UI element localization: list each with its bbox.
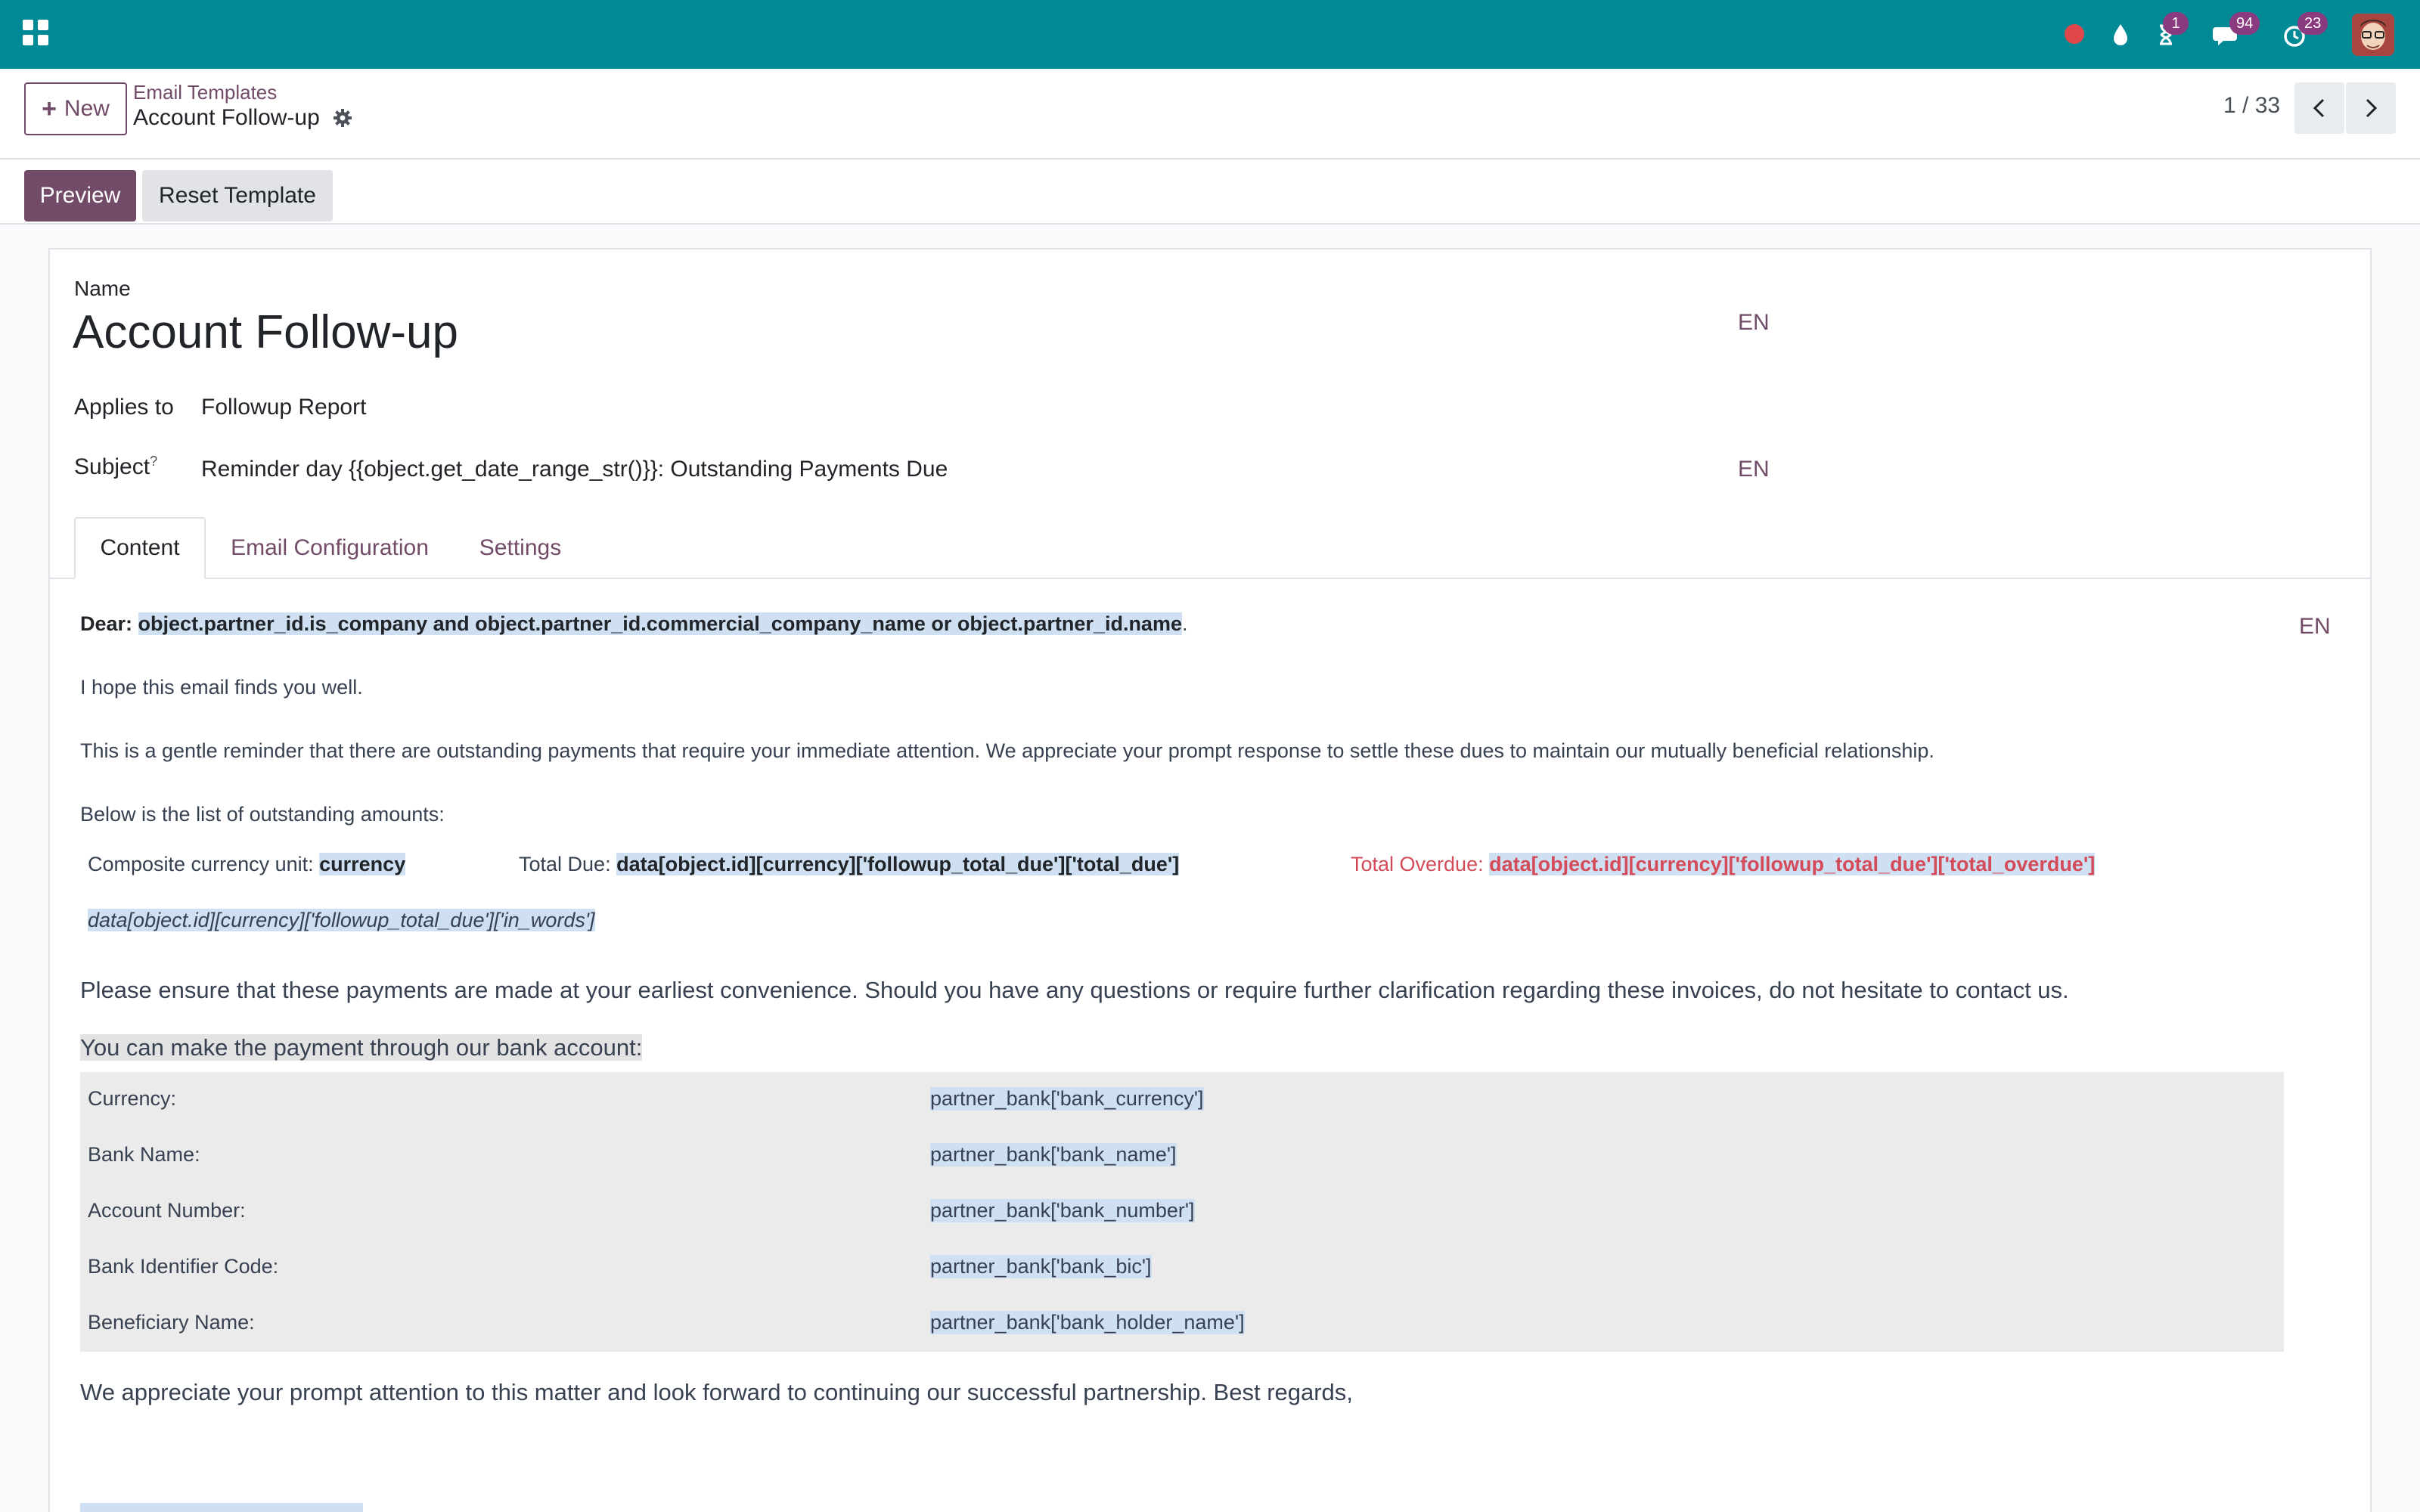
apps-grid-icon[interactable] — [23, 20, 48, 45]
bank-row-label: Beneficiary Name: — [88, 1311, 255, 1334]
currency-unit-label: Composite currency unit: — [88, 853, 314, 875]
total-due[interactable]: Total Due: data[object.id][currency]['fo… — [519, 853, 1180, 876]
name-field[interactable]: Account Follow-up — [73, 305, 458, 359]
pager-next-button[interactable] — [2346, 82, 2396, 134]
bank-row-value: partner_bank['bank_bic'] — [930, 1255, 1152, 1278]
greeting-suffix: . — [1181, 612, 1188, 635]
breadcrumb-parent-link[interactable]: Email Templates — [133, 81, 277, 104]
body-line-intro[interactable]: I hope this email finds you well. — [80, 676, 363, 699]
chevron-right-icon — [2366, 98, 2378, 118]
greeting-expression: object.partner_id.is_company and object.… — [138, 612, 1182, 635]
amount-in-words[interactable]: data[object.id][currency]['followup_tota… — [88, 909, 595, 932]
total-due-label: Total Due: — [519, 853, 611, 875]
bank-row-label: Bank Identifier Code: — [88, 1255, 279, 1278]
name-language-button[interactable]: EN — [1738, 310, 1770, 336]
body-greeting[interactable]: Dear: object.partner_id.is_company and o… — [80, 612, 1188, 636]
name-label: Name — [74, 277, 131, 300]
activity-badge: 1 — [2163, 12, 2189, 35]
control-panel: + New — [0, 69, 2420, 160]
bank-row-label: Currency: — [88, 1087, 177, 1110]
droplet-icon[interactable] — [2104, 18, 2137, 51]
pager-previous-button[interactable] — [2294, 82, 2344, 134]
bank-details-table[interactable]: Currency: partner_bank['bank_currency'] … — [80, 1072, 2284, 1352]
plus-icon: + — [42, 94, 57, 123]
subject-language-button[interactable]: EN — [1738, 457, 1770, 482]
bank-intro[interactable]: You can make the payment through our ban… — [80, 1034, 643, 1061]
bank-row-value: partner_bank['bank_number'] — [930, 1199, 1195, 1222]
reset-template-button[interactable]: Reset Template — [142, 170, 333, 222]
currency-unit-expression: currency — [319, 853, 406, 875]
gear-icon[interactable] — [332, 107, 353, 129]
currency-unit[interactable]: Composite currency unit: currency — [88, 853, 406, 876]
preview-button[interactable]: Preview — [24, 170, 136, 222]
total-due-expression: data[object.id][currency]['followup_tota… — [616, 853, 1180, 875]
amount-in-words-expression: data[object.id][currency]['followup_tota… — [88, 909, 595, 931]
body-line-ensure[interactable]: Please ensure that these payments are ma… — [80, 977, 2069, 1004]
breadcrumb-current: Account Follow-up — [133, 105, 353, 131]
bank-row-value: partner_bank['bank_holder_name'] — [930, 1311, 1245, 1334]
breadcrumb-current-label: Account Follow-up — [133, 105, 320, 130]
bank-row-label: Account Number: — [88, 1199, 246, 1222]
bank-intro-text: You can make the payment through our ban… — [80, 1034, 643, 1061]
body-language-button[interactable]: EN — [2299, 614, 2331, 640]
signature-expression-highlight — [80, 1503, 363, 1512]
bank-row-value: partner_bank['bank_currency'] — [930, 1087, 1204, 1111]
body-closing[interactable]: We appreciate your prompt attention to t… — [80, 1379, 1353, 1406]
new-button-label: New — [64, 96, 110, 121]
recording-dot-icon[interactable] — [2065, 24, 2084, 44]
pager-value[interactable]: 1 / 33 — [2223, 93, 2280, 119]
bank-row-label: Bank Name: — [88, 1143, 200, 1166]
subject-label-text: Subject — [74, 454, 150, 479]
applies-to-label: Applies to — [74, 395, 174, 420]
user-avatar[interactable] — [2352, 14, 2394, 56]
total-overdue-expression: data[object.id][currency]['followup_tota… — [1489, 853, 2096, 875]
total-overdue[interactable]: Total Overdue: data[object.id][currency]… — [1351, 853, 2096, 876]
body-line-reminder[interactable]: This is a gentle reminder that there are… — [80, 739, 1934, 763]
updates-badge: 23 — [2297, 12, 2328, 35]
form-statusbar: Preview Reset Template — [0, 160, 2420, 225]
tab-content[interactable]: Content — [74, 517, 206, 579]
top-navbar: 1 94 23 — [0, 0, 2420, 69]
bank-row-value: partner_bank['bank_name'] — [930, 1143, 1177, 1167]
messages-badge: 94 — [2229, 12, 2260, 35]
chevron-left-icon — [2313, 98, 2325, 118]
subject-help-tooltip[interactable]: ? — [150, 454, 157, 469]
greeting-label: Dear: — [80, 612, 133, 635]
tab-email-configuration[interactable]: Email Configuration — [215, 517, 445, 579]
body-line-list-intro[interactable]: Below is the list of outstanding amounts… — [80, 803, 445, 826]
subject-label: Subject? — [74, 454, 157, 480]
tab-settings[interactable]: Settings — [463, 517, 578, 579]
total-overdue-label: Total Overdue: — [1351, 853, 1484, 875]
new-button[interactable]: + New — [24, 82, 127, 135]
applies-to-field[interactable]: Followup Report — [201, 395, 366, 420]
subject-field[interactable]: Reminder day {{object.get_date_range_str… — [201, 457, 948, 482]
